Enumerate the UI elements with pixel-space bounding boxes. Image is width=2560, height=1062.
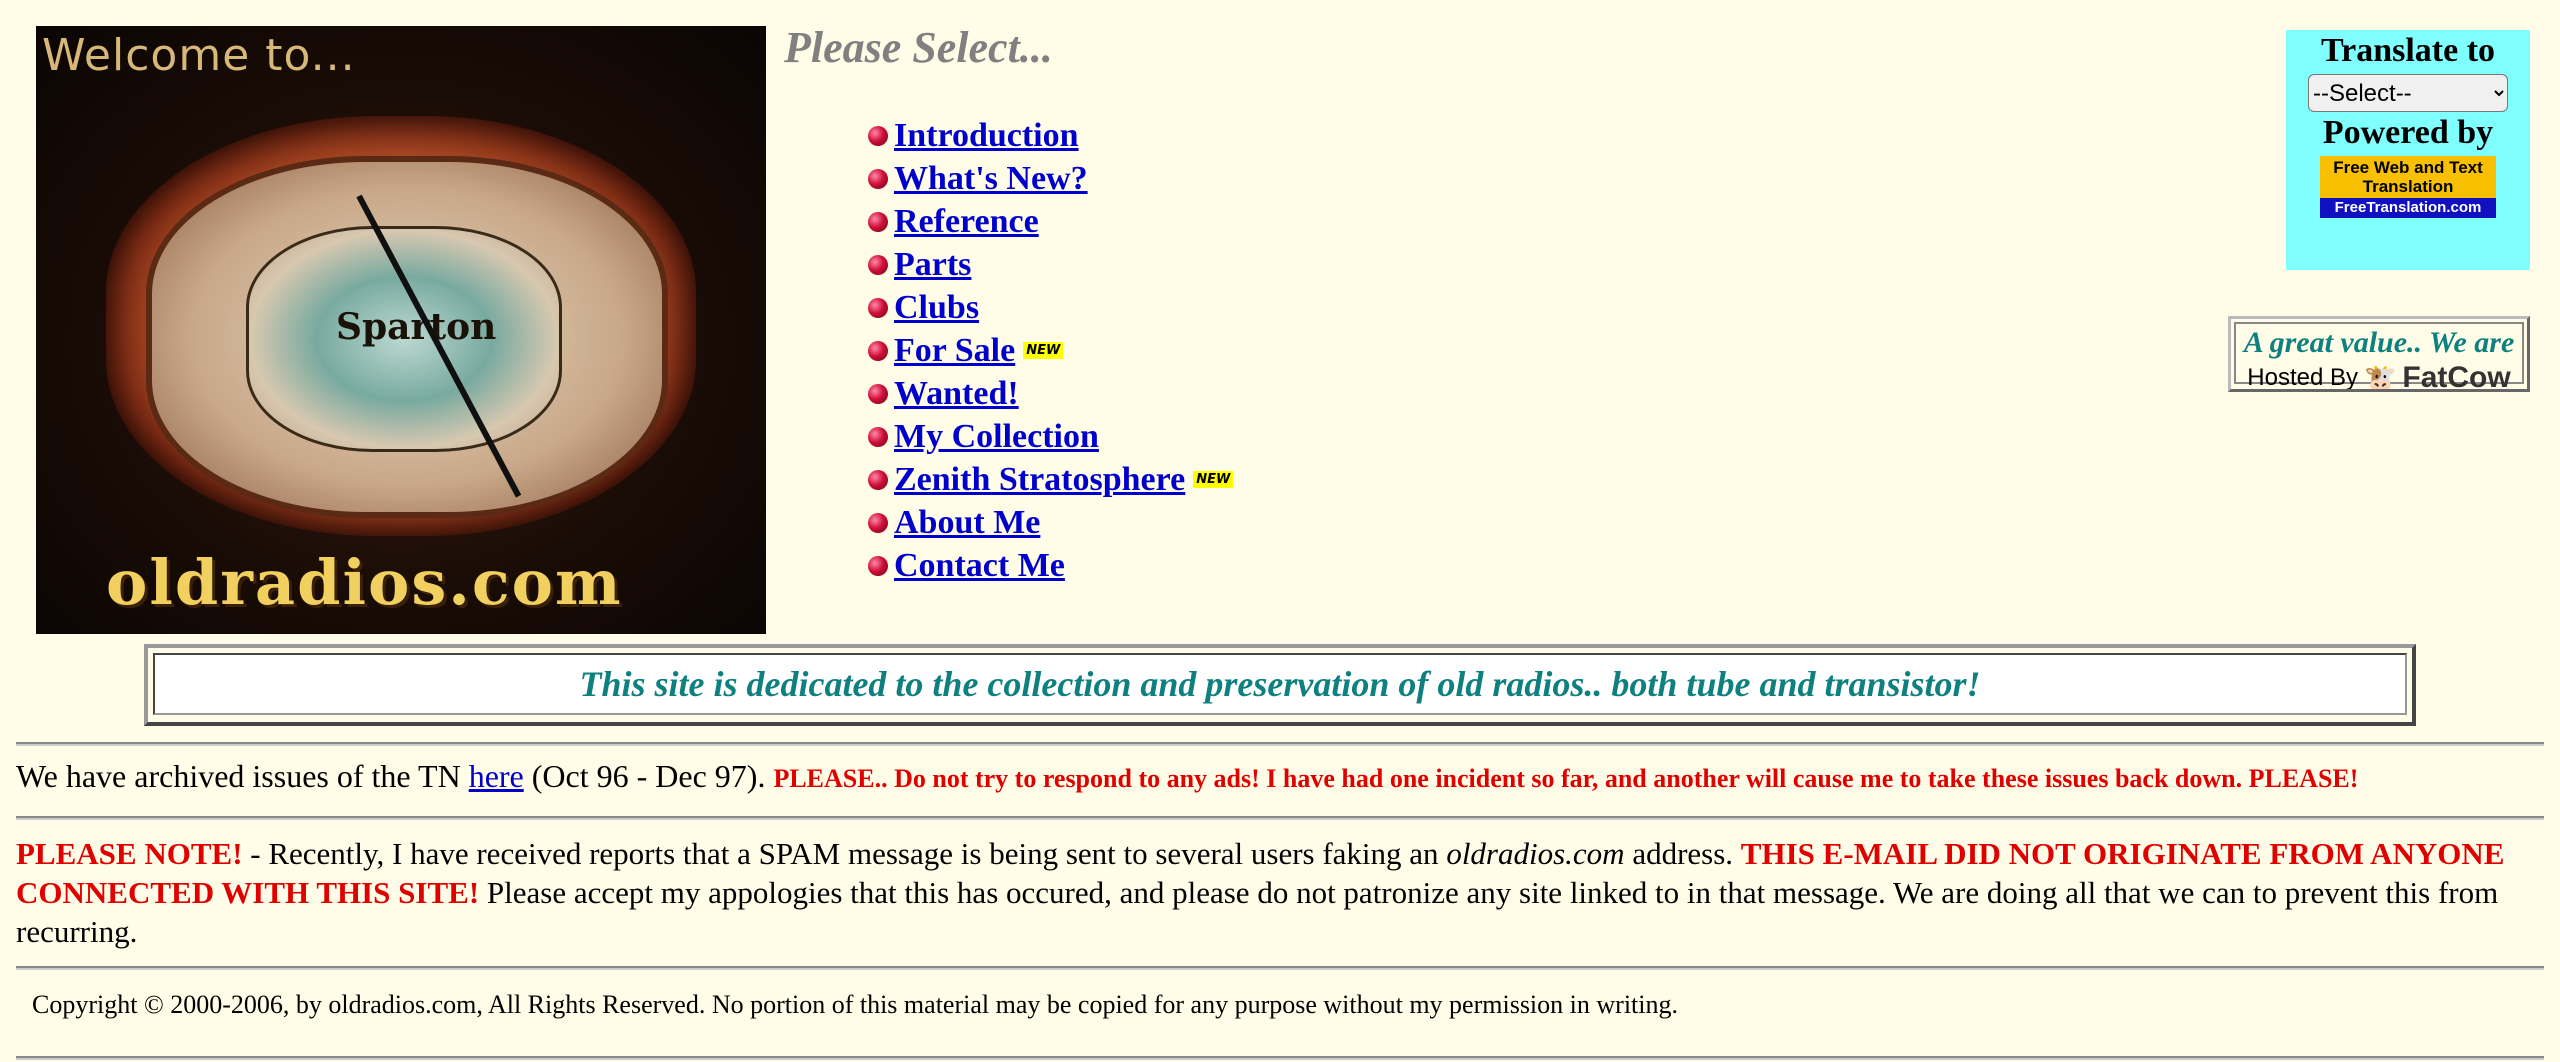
bullet-ball-icon xyxy=(868,254,888,275)
nav-item-contact-me: Contact Me xyxy=(868,544,1233,587)
logo-welcome-text: Welcome to... xyxy=(42,30,356,81)
dedication-banner-inner: This site is dedicated to the collection… xyxy=(153,653,2407,715)
badge-bottom-text: FreeTranslation.com xyxy=(2320,198,2496,218)
nav-link-parts[interactable]: Parts xyxy=(894,246,971,284)
site-logo-image: Welcome to... Sparton oldradios.com xyxy=(36,26,766,634)
hosted-by-row: Hosted By 🐮 FatCow xyxy=(2236,361,2522,392)
copyright-notice: Copyright © 2000-2006, by oldradios.com,… xyxy=(32,990,1678,1019)
nav-link-zenith-stratosphere[interactable]: Zenith Stratosphere xyxy=(894,461,1185,499)
nav-link-for-sale[interactable]: For Sale xyxy=(894,332,1015,370)
spam-notice-text-2: address. xyxy=(1624,836,1741,871)
bullet-ball-icon xyxy=(868,426,888,447)
nav-link-clubs[interactable]: Clubs xyxy=(894,289,979,327)
archive-warning: PLEASE.. Do not try to respond to any ad… xyxy=(773,764,2359,793)
nav-item-reference: Reference xyxy=(868,200,1233,243)
hosted-by-label: Hosted By xyxy=(2247,364,2358,391)
divider xyxy=(16,816,2544,820)
spam-notice-text-1: - Recently, I have received reports that… xyxy=(242,836,1447,871)
spam-notice: PLEASE NOTE! - Recently, I have received… xyxy=(16,834,2544,951)
nav-link-whats-new[interactable]: What's New? xyxy=(894,160,1088,198)
powered-by-label: Powered by xyxy=(2322,114,2494,151)
nav-item-clubs: Clubs xyxy=(868,286,1233,329)
spam-notice-domain: oldradios.com xyxy=(1446,836,1625,871)
archive-notice: We have archived issues of the TN here (… xyxy=(16,758,2544,795)
bullet-ball-icon xyxy=(868,125,888,146)
hosting-ad[interactable]: A great value.. We are Hosted By 🐮 FatCo… xyxy=(2228,316,2530,392)
bullet-ball-icon xyxy=(868,555,888,576)
cow-icon: 🐮 xyxy=(2364,362,2397,392)
archive-link[interactable]: here xyxy=(469,758,524,794)
nav-item-my-collection: My Collection xyxy=(868,415,1233,458)
translate-widget: Translate to --Select-- Powered by Free … xyxy=(2286,30,2530,270)
nav-heading: Please Select... xyxy=(784,23,1053,72)
bullet-ball-icon xyxy=(868,297,888,318)
bullet-ball-icon xyxy=(868,168,888,189)
hosting-ad-inner: A great value.. We are Hosted By 🐮 FatCo… xyxy=(2234,322,2524,389)
nav-link-about-me[interactable]: About Me xyxy=(894,504,1040,542)
language-select[interactable]: --Select-- xyxy=(2308,74,2508,112)
nav-link-contact-me[interactable]: Contact Me xyxy=(894,547,1065,585)
nav-link-reference[interactable]: Reference xyxy=(894,203,1039,241)
hosting-ad-message: A great value.. We are xyxy=(2243,326,2515,359)
freetranslation-badge[interactable]: Free Web and Text Translation FreeTransl… xyxy=(2320,156,2496,218)
main-nav: Introduction What's New? Reference Parts… xyxy=(868,114,1234,587)
new-badge: NEW xyxy=(1193,471,1234,488)
divider xyxy=(16,742,2544,746)
nav-item-for-sale: For Sale NEW xyxy=(868,329,1233,372)
nav-link-wanted[interactable]: Wanted! xyxy=(894,375,1019,413)
divider xyxy=(16,966,2544,970)
nav-item-about-me: About Me xyxy=(868,501,1233,544)
logo-site-name: oldradios.com xyxy=(106,546,623,619)
badge-top-text: Free Web and Text Translation xyxy=(2320,156,2496,198)
bullet-ball-icon xyxy=(868,340,888,361)
nav-link-introduction[interactable]: Introduction xyxy=(894,117,1079,155)
logo-brand-text: Sparton xyxy=(336,306,497,348)
translate-title: Translate to xyxy=(2320,32,2496,69)
bullet-ball-icon xyxy=(868,512,888,533)
nav-item-introduction: Introduction xyxy=(868,114,1233,157)
spam-notice-label: PLEASE NOTE! xyxy=(16,836,243,871)
bullet-ball-icon xyxy=(868,211,888,232)
nav-item-parts: Parts xyxy=(868,243,1233,286)
bullet-ball-icon xyxy=(868,469,888,490)
archive-prefix: We have archived issues of the TN xyxy=(16,758,469,794)
dedication-banner: This site is dedicated to the collection… xyxy=(144,644,2416,726)
host-name: FatCow xyxy=(2402,361,2511,392)
bullet-ball-icon xyxy=(868,383,888,404)
nav-link-my-collection[interactable]: My Collection xyxy=(894,418,1099,456)
dedication-text: This site is dedicated to the collection… xyxy=(579,664,1981,704)
divider xyxy=(16,1056,2544,1060)
nav-item-zenith-stratosphere: Zenith Stratosphere NEW xyxy=(868,458,1234,501)
archive-suffix: (Oct 96 - Dec 97). xyxy=(523,758,774,794)
nav-item-wanted: Wanted! xyxy=(868,372,1233,415)
nav-item-whats-new: What's New? xyxy=(868,157,1233,200)
new-badge: NEW xyxy=(1023,342,1064,359)
